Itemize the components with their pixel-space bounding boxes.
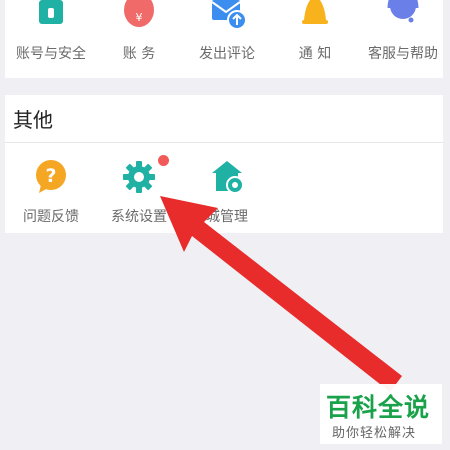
red-arrow-annotation: [160, 196, 402, 392]
watermark-title: 百科全说: [326, 393, 431, 422]
watermark-logo: 百科全说 助你轻松解决: [320, 384, 442, 444]
watermark-subtitle: 助你轻松解决: [332, 426, 417, 441]
